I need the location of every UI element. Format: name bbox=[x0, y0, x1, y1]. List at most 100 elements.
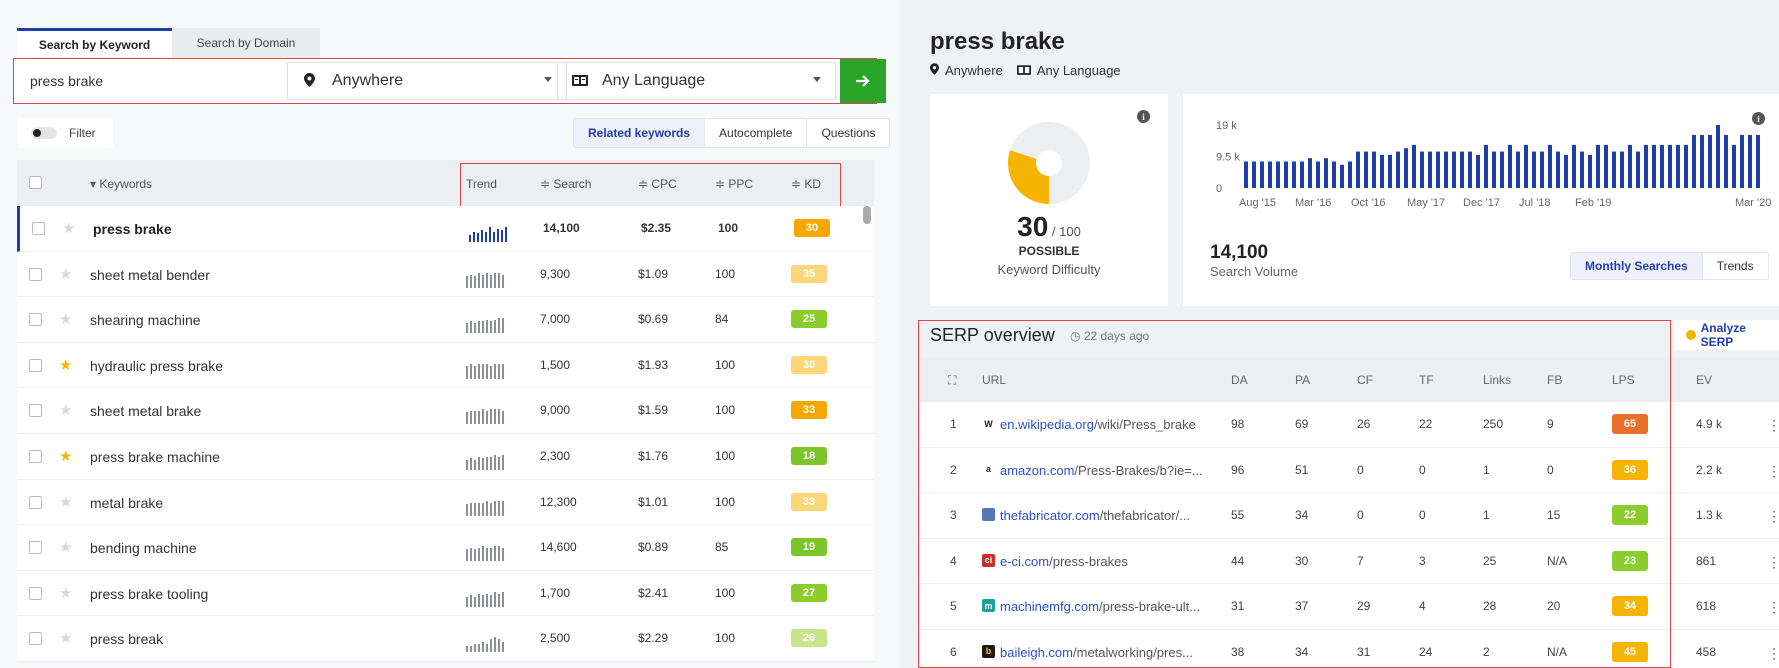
trend-sparkline bbox=[469, 227, 507, 242]
star-icon[interactable]: ★ bbox=[59, 265, 72, 283]
row-checkbox[interactable] bbox=[29, 541, 42, 555]
table-row[interactable]: ★ press brake tooling 1,700 $2.41 100 27 bbox=[17, 570, 874, 617]
more-icon[interactable]: ⋮ bbox=[1767, 463, 1779, 480]
trend-bar bbox=[478, 548, 480, 562]
row-checkbox[interactable] bbox=[29, 632, 42, 646]
tab-trends[interactable]: Trends bbox=[1701, 253, 1768, 279]
kd-score: 30 / 100 bbox=[1017, 211, 1081, 242]
keyword-text[interactable]: shearing machine bbox=[90, 312, 201, 328]
star-icon[interactable]: ★ bbox=[62, 219, 75, 237]
more-icon[interactable]: ⋮ bbox=[1767, 554, 1779, 571]
table-row[interactable]: ★ bending machine 14,600 $0.89 85 19 bbox=[17, 525, 874, 571]
table-row[interactable]: ★ sheet metal brake 9,000 $1.59 100 33 bbox=[17, 388, 874, 434]
trend-bar bbox=[486, 320, 488, 334]
keyword-text[interactable]: metal brake bbox=[90, 495, 163, 511]
keyword-text[interactable]: bending machine bbox=[90, 540, 197, 556]
select-all-checkbox[interactable] bbox=[29, 176, 42, 189]
row-checkbox[interactable] bbox=[29, 358, 42, 372]
more-icon[interactable]: ⋮ bbox=[1767, 417, 1779, 434]
trend-bar bbox=[486, 593, 488, 607]
tab-search-by-keyword[interactable]: Search by Keyword bbox=[17, 28, 172, 58]
arrow-right-icon bbox=[856, 75, 870, 87]
table-row[interactable]: ★ press brake 14,100 $2.35 100 30 bbox=[17, 206, 874, 252]
tab-questions[interactable]: Questions bbox=[806, 119, 889, 147]
more-icon[interactable]: ⋮ bbox=[1767, 599, 1779, 616]
keyword-text[interactable]: hydraulic press brake bbox=[90, 358, 223, 374]
map-pin-icon bbox=[930, 63, 939, 78]
tab-related-keywords[interactable]: Related keywords bbox=[574, 119, 705, 147]
location-select[interactable]: Anywhere bbox=[287, 62, 567, 100]
star-icon[interactable]: ★ bbox=[59, 629, 72, 647]
star-icon[interactable]: ★ bbox=[59, 356, 72, 374]
page-title: press brake bbox=[930, 28, 1065, 55]
volume-bar bbox=[1652, 144, 1656, 188]
row-checkbox[interactable] bbox=[29, 267, 42, 281]
search-volume: 2,300 bbox=[540, 448, 571, 463]
tab-monthly-searches[interactable]: Monthly Searches bbox=[1571, 253, 1702, 279]
keyword-text[interactable]: press brake machine bbox=[90, 449, 220, 465]
star-icon[interactable]: ★ bbox=[59, 310, 72, 328]
trend-sparkline bbox=[466, 637, 504, 653]
volume-bar bbox=[1740, 134, 1744, 188]
star-icon[interactable]: ★ bbox=[59, 493, 72, 511]
filter-toggle[interactable]: Filter bbox=[17, 118, 113, 148]
keyword-text[interactable]: press brake tooling bbox=[90, 586, 208, 602]
trend-bar bbox=[490, 321, 492, 334]
table-row[interactable]: ★ hydraulic press brake 1,500 $1.93 100 30 bbox=[17, 342, 874, 389]
keyword-text[interactable]: press break bbox=[90, 631, 163, 647]
row-checkbox[interactable] bbox=[29, 586, 42, 600]
table-row[interactable]: ★ press brake machine 2,300 $1.76 100 18 bbox=[17, 433, 874, 480]
row-checkbox[interactable] bbox=[29, 495, 42, 509]
star-icon[interactable]: ★ bbox=[59, 401, 72, 419]
trend-bar bbox=[482, 546, 484, 562]
info-icon[interactable]: i bbox=[1137, 110, 1150, 123]
tab-autocomplete[interactable]: Autocomplete bbox=[704, 119, 806, 147]
volume-bar bbox=[1516, 151, 1520, 188]
header-ev: EV bbox=[1696, 373, 1713, 387]
row-checkbox[interactable] bbox=[29, 313, 42, 327]
trend-bar bbox=[486, 272, 488, 288]
more-icon[interactable]: ⋮ bbox=[1767, 645, 1779, 662]
trend-bar bbox=[489, 227, 491, 242]
keyword-text[interactable]: press brake bbox=[93, 221, 172, 237]
analyze-serp-button[interactable]: Analyze SERP bbox=[1674, 320, 1779, 350]
table-row[interactable]: ★ sheet metal bender 9,300 $1.09 100 35 bbox=[17, 251, 874, 298]
header-keywords[interactable]: ▾ Keywords bbox=[90, 177, 152, 191]
kd-badge: 35 bbox=[791, 264, 827, 283]
trend-bar bbox=[494, 591, 496, 607]
more-icon[interactable]: ⋮ bbox=[1767, 508, 1779, 525]
volume-bar bbox=[1444, 151, 1448, 188]
trend-sparkline bbox=[466, 454, 504, 470]
table-row[interactable]: ★ press break 2,500 $2.29 100 26 bbox=[17, 616, 874, 662]
star-icon[interactable]: ★ bbox=[59, 538, 72, 556]
keyword-text[interactable]: sheet metal bender bbox=[90, 267, 210, 283]
row-checkbox[interactable] bbox=[29, 404, 42, 418]
x-tick-label: May '17 bbox=[1407, 197, 1445, 209]
trend-bar bbox=[498, 318, 500, 334]
trend-bar bbox=[505, 227, 507, 242]
serp-highlight-box bbox=[918, 320, 1671, 668]
star-icon[interactable]: ★ bbox=[59, 447, 72, 465]
search-submit-button[interactable] bbox=[840, 59, 886, 103]
scrollbar[interactable] bbox=[863, 206, 871, 224]
star-icon[interactable]: ★ bbox=[59, 584, 72, 602]
volume-bar bbox=[1556, 151, 1560, 188]
cpc-value: $1.01 bbox=[638, 494, 669, 509]
trend-bar bbox=[482, 457, 484, 470]
trend-bar bbox=[482, 274, 484, 288]
table-row[interactable]: ★ metal brake 12,300 $1.01 100 33 bbox=[17, 479, 874, 526]
row-checkbox[interactable] bbox=[29, 449, 42, 463]
language-icon bbox=[1016, 64, 1031, 78]
keyword-text[interactable]: sheet metal brake bbox=[90, 403, 201, 419]
table-row[interactable]: ★ shearing machine 7,000 $0.69 84 25 bbox=[17, 297, 874, 343]
ppc-value: 100 bbox=[715, 585, 736, 600]
volume-bar bbox=[1460, 151, 1464, 188]
volume-bar bbox=[1316, 161, 1320, 188]
language-select[interactable]: Any Language bbox=[557, 62, 836, 100]
row-checkbox[interactable] bbox=[32, 222, 45, 235]
trend-sparkline bbox=[466, 409, 504, 425]
tab-search-by-domain[interactable]: Search by Domain bbox=[172, 28, 320, 58]
toggle-switch[interactable] bbox=[31, 127, 57, 139]
keyword-input[interactable] bbox=[30, 59, 290, 103]
search-volume: 14,100 bbox=[543, 221, 580, 235]
